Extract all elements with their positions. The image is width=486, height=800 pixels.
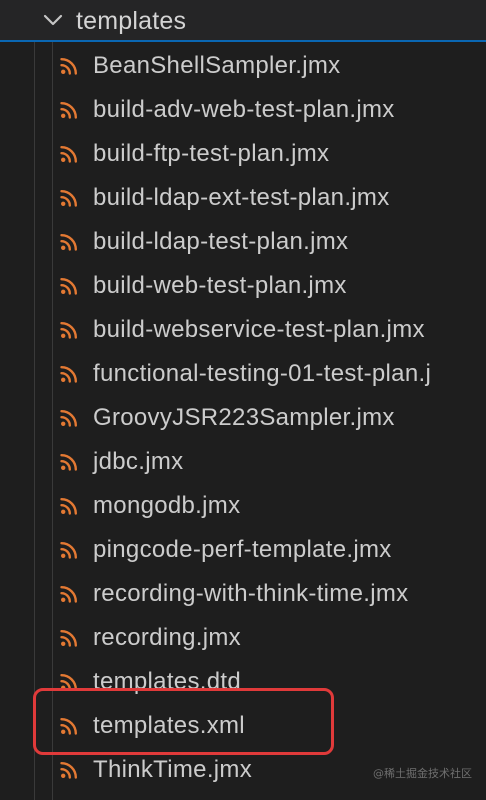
file-name: ThinkTime.jmx <box>93 756 253 783</box>
rss-icon <box>60 762 77 779</box>
rss-icon <box>60 366 77 383</box>
file-name: functional-testing-01-test-plan.j <box>93 360 432 387</box>
rss-icon <box>60 454 77 471</box>
rss-icon <box>60 146 77 163</box>
watermark: @稀土掘金技术社区 <box>373 767 472 780</box>
rss-icon <box>60 322 77 339</box>
rss-icon <box>60 498 77 515</box>
file-name: build-ftp-test-plan.jmx <box>93 140 330 167</box>
rss-icon <box>60 190 77 207</box>
file-item[interactable]: jdbc.jmx <box>0 440 486 484</box>
file-item[interactable]: build-adv-web-test-plan.jmx <box>0 88 486 132</box>
file-item[interactable]: recording-with-think-time.jmx <box>0 572 486 616</box>
file-name: recording.jmx <box>93 624 241 651</box>
file-item[interactable]: build-webservice-test-plan.jmx <box>0 308 486 352</box>
file-name: build-webservice-test-plan.jmx <box>93 316 425 343</box>
file-name: mongodb.jmx <box>93 492 241 519</box>
folder-label: templates <box>76 7 187 35</box>
file-item[interactable]: build-ftp-test-plan.jmx <box>0 132 486 176</box>
rss-icon <box>60 410 77 427</box>
file-list: BeanShellSampler.jmx build-adv-web-test-p… <box>0 44 486 792</box>
file-name: recording-with-think-time.jmx <box>93 580 409 607</box>
file-item[interactable]: mongodb.jmx <box>0 484 486 528</box>
rss-icon <box>60 630 77 647</box>
rss-icon <box>60 278 77 295</box>
chevron-down-icon[interactable] <box>42 9 64 31</box>
file-name: build-web-test-plan.jmx <box>93 272 347 299</box>
file-item[interactable]: functional-testing-01-test-plan.j <box>0 352 486 396</box>
file-item[interactable]: build-ldap-test-plan.jmx <box>0 220 486 264</box>
file-name: build-adv-web-test-plan.jmx <box>93 96 395 123</box>
folder-templates[interactable]: templates <box>0 0 486 42</box>
rss-icon <box>60 102 77 119</box>
file-item[interactable]: GroovyJSR223Sampler.jmx <box>0 396 486 440</box>
highlight-annotation <box>33 688 334 755</box>
file-name: BeanShellSampler.jmx <box>93 52 341 79</box>
rss-icon <box>60 234 77 251</box>
file-name: pingcode-perf-template.jmx <box>93 536 392 563</box>
file-item[interactable]: pingcode-perf-template.jmx <box>0 528 486 572</box>
rss-icon <box>60 586 77 603</box>
file-name: GroovyJSR223Sampler.jmx <box>93 404 395 431</box>
file-item[interactable]: build-ldap-ext-test-plan.jmx <box>0 176 486 220</box>
file-explorer: templates BeanShellSampler.jmx build-adv-… <box>0 0 486 800</box>
file-item[interactable]: recording.jmx <box>0 616 486 660</box>
file-name: build-ldap-test-plan.jmx <box>93 228 349 255</box>
file-name: jdbc.jmx <box>93 448 184 475</box>
file-name: build-ldap-ext-test-plan.jmx <box>93 184 390 211</box>
file-item[interactable]: BeanShellSampler.jmx <box>0 44 486 88</box>
file-item[interactable]: build-web-test-plan.jmx <box>0 264 486 308</box>
rss-icon <box>60 58 77 75</box>
rss-icon <box>60 542 77 559</box>
